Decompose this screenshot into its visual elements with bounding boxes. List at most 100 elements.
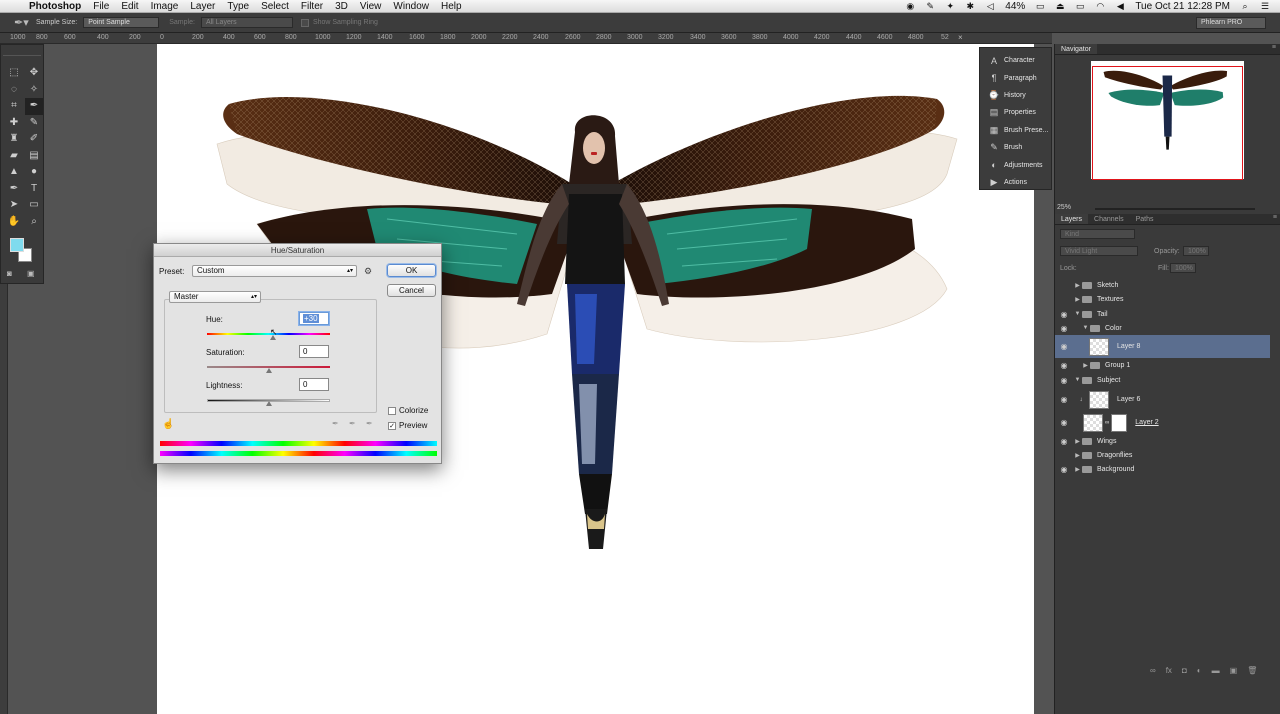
eye-icon[interactable]: ◉	[1055, 418, 1073, 427]
speaker-icon[interactable]: ◁	[985, 1, 995, 11]
lasso-tool-icon[interactable]: ◌	[5, 82, 23, 99]
layer-row-sketch[interactable]: ▶ Sketch	[1055, 278, 1270, 292]
tab-channels[interactable]: Channels	[1088, 214, 1130, 224]
layer-style-icon[interactable]: fx	[1166, 666, 1172, 675]
brush-tool-icon[interactable]: ✎	[25, 115, 43, 132]
spotlight-icon[interactable]: ⌕	[1240, 1, 1250, 11]
collapse-arrow-icon[interactable]: ▼	[1073, 377, 1082, 383]
quick-mask-icon[interactable]: ◙	[7, 269, 12, 278]
eye-icon[interactable]: ◉	[1055, 361, 1073, 370]
eye-icon[interactable]: ◉	[1055, 465, 1073, 474]
menu-3d[interactable]: 3D	[335, 1, 348, 12]
tab-paths[interactable]: Paths	[1130, 214, 1160, 224]
new-group-icon[interactable]: ▬	[1212, 666, 1220, 675]
eyedropper-icon[interactable]: ✒	[332, 419, 339, 428]
preset-options-gear-icon[interactable]: ⚙	[364, 266, 372, 277]
pen-tool-icon[interactable]: ✒	[5, 181, 23, 198]
layer-row-wings[interactable]: ◉ ▶ Wings	[1055, 434, 1270, 448]
cancel-button[interactable]: Cancel	[387, 284, 436, 297]
panel-actions[interactable]: ▶ Actions	[980, 174, 1051, 191]
eyedropper-minus-icon[interactable]: ✒	[366, 419, 373, 428]
close-document-icon[interactable]: ×	[958, 33, 963, 42]
layer-row-background[interactable]: ◉ ▶ Background	[1055, 462, 1270, 476]
menu-select[interactable]: Select	[261, 1, 289, 12]
eye-icon[interactable]: ◉	[1055, 395, 1073, 404]
layer-row-group-1[interactable]: ◉ ▶ Group 1	[1055, 358, 1270, 372]
eye-icon[interactable]: ◉	[1055, 310, 1073, 319]
eyedropper-tool-preset-icon[interactable]: ✒▾	[14, 16, 36, 29]
menu-edit[interactable]: Edit	[121, 1, 138, 12]
panel-brush[interactable]: ✎ Brush	[980, 139, 1051, 156]
menu-window[interactable]: Window	[393, 1, 429, 12]
sample-select[interactable]: All Layers	[200, 17, 293, 28]
mask-link-icon[interactable]: ∞	[1105, 420, 1109, 426]
collapse-arrow-icon[interactable]: ▼	[1073, 311, 1082, 317]
panel-brush-presets[interactable]: ▦ Brush Prese...	[980, 122, 1051, 139]
zoom-tool-icon[interactable]: ⌕	[25, 214, 43, 231]
evernote-icon[interactable]: ✎	[925, 1, 935, 11]
layer-row-layer-8[interactable]: ◉ Layer 8	[1055, 335, 1270, 358]
layer-row-color[interactable]: ◉ ▼ Color	[1055, 321, 1270, 335]
expand-arrow-icon[interactable]: ▶	[1073, 296, 1082, 303]
navigator-zoom-level[interactable]: 25%	[1057, 204, 1071, 211]
menu-layer[interactable]: Layer	[190, 1, 215, 12]
eraser-tool-icon[interactable]: ▰	[5, 148, 23, 165]
eye-icon[interactable]: ◉	[1055, 437, 1073, 446]
layer-row-subject[interactable]: ◉ ▼ Subject	[1055, 373, 1270, 387]
rectangle-tool-icon[interactable]: ▭	[25, 197, 43, 214]
ok-button[interactable]: OK	[387, 264, 436, 277]
expand-arrow-icon[interactable]: ▶	[1073, 466, 1082, 473]
menu-image[interactable]: Image	[151, 1, 179, 12]
panel-paragraph[interactable]: ¶ Paragraph	[980, 69, 1051, 86]
menu-filter[interactable]: Filter	[301, 1, 323, 12]
expand-arrow-icon[interactable]: ▶	[1073, 452, 1082, 459]
marquee-tool-icon[interactable]: ⬚	[5, 65, 23, 82]
hue-input[interactable]: +30	[299, 312, 329, 325]
menu-file[interactable]: File	[93, 1, 109, 12]
link-layers-icon[interactable]: ∞	[1150, 666, 1156, 675]
navigator-zoom-slider[interactable]	[1095, 208, 1255, 210]
gradient-tool-icon[interactable]: ▤	[25, 148, 43, 165]
eye-icon[interactable]: ◉	[1055, 342, 1073, 351]
app-menu[interactable]: Photoshop	[29, 1, 81, 12]
type-tool-icon[interactable]: T	[25, 181, 43, 198]
history-brush-tool-icon[interactable]: ✐	[25, 131, 43, 148]
saturation-slider-thumb[interactable]	[265, 368, 272, 373]
tab-navigator[interactable]: Navigator	[1055, 44, 1097, 54]
opacity-field[interactable]: 100%	[1183, 246, 1209, 256]
layers-menu-icon[interactable]: ≡	[1273, 214, 1280, 224]
panel-properties[interactable]: ▤ Properties	[980, 104, 1051, 121]
layer-row-layer-2[interactable]: ◉ ∞ Layer 2	[1055, 411, 1270, 434]
clone-stamp-tool-icon[interactable]: ♜	[5, 131, 23, 148]
dropbox-icon[interactable]: ✦	[945, 1, 955, 11]
expand-arrow-icon[interactable]: ▶	[1073, 438, 1082, 445]
menu-view[interactable]: View	[360, 1, 382, 12]
targeted-adjustment-hand-icon[interactable]: ☝	[162, 419, 174, 430]
hand-tool-icon[interactable]: ✋	[5, 214, 23, 231]
navigator-view-box[interactable]	[1092, 66, 1243, 180]
wifi-icon[interactable]: ◠	[1095, 1, 1105, 11]
menu-help[interactable]: Help	[441, 1, 462, 12]
path-selection-tool-icon[interactable]: ➤	[5, 197, 23, 214]
sample-size-select[interactable]: Point Sample	[83, 17, 160, 28]
eyedropper-tool-icon[interactable]: ✒	[25, 98, 43, 115]
screen-icon[interactable]: ▭	[1075, 1, 1085, 11]
expand-arrow-icon[interactable]: ▶	[1073, 282, 1082, 289]
crop-tool-icon[interactable]: ⌗	[5, 98, 23, 115]
eye-icon[interactable]: ◉	[1055, 324, 1073, 333]
layer-mask-thumbnail[interactable]	[1111, 413, 1128, 432]
layer-row-dragonflies[interactable]: ▶ Dragonflies	[1055, 448, 1270, 462]
battery-icon[interactable]: ▭	[1035, 1, 1045, 11]
lightness-slider-thumb[interactable]	[265, 401, 272, 406]
panel-menu-icon[interactable]: ≡	[1272, 44, 1280, 54]
bluetooth-icon[interactable]: ✱	[965, 1, 975, 11]
new-layer-icon[interactable]: ▣	[1230, 666, 1238, 675]
layer-row-tail[interactable]: ◉ ▼ Tail	[1055, 307, 1270, 321]
magic-wand-tool-icon[interactable]: ✧	[25, 82, 43, 99]
collapse-arrow-icon[interactable]: ▼	[1081, 325, 1090, 331]
blend-mode-select[interactable]: Vivid Light	[1060, 246, 1138, 256]
apple-icon[interactable]	[11, 0, 23, 12]
preset-select[interactable]: Custom ▴▾	[192, 265, 357, 277]
show-sampling-ring-checkbox[interactable]	[300, 18, 309, 27]
panel-adjustments[interactable]: ◐ Adjustments	[980, 156, 1051, 173]
